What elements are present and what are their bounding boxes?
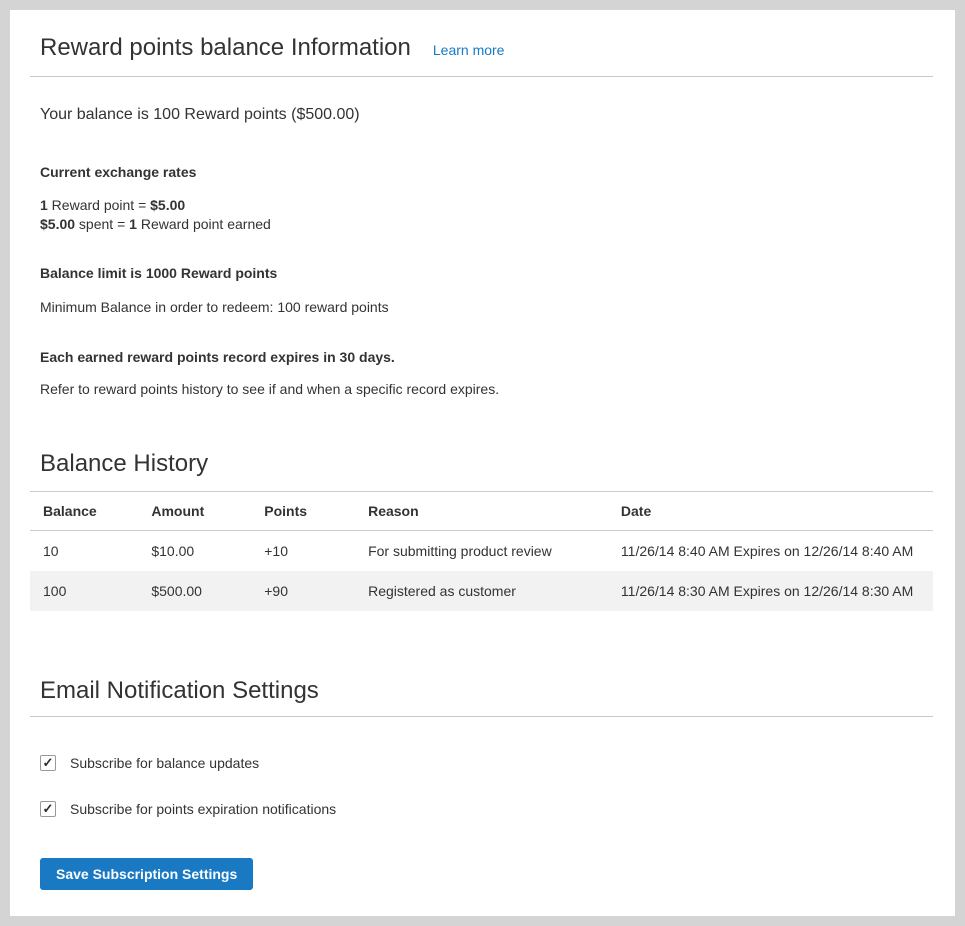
cell-date: 11/26/14 8:40 AM Expires on 12/26/14 8:4… — [608, 531, 933, 572]
reward-points-panel: Reward points balance Information Learn … — [10, 10, 955, 916]
rate-amount-value: $5.00 — [150, 197, 185, 213]
minimum-balance-note: Minimum Balance in order to redeem: 100 … — [40, 298, 933, 316]
earned-tail-text: Reward point earned — [137, 216, 271, 232]
cell-amount: $500.00 — [138, 571, 251, 611]
table-header-row: Balance Amount Points Reason Date — [30, 492, 933, 531]
balance-history-table: Balance Amount Points Reason Date 10 $10… — [30, 491, 933, 611]
points-expiration-checkbox[interactable] — [40, 801, 56, 817]
cell-balance: 100 — [30, 571, 138, 611]
rate-points-value: 1 — [40, 197, 48, 213]
rate-to-currency-line: 1 Reward point = $5.00 — [40, 196, 933, 215]
column-header-balance: Balance — [30, 492, 138, 531]
cell-points: +10 — [251, 531, 355, 572]
balance-summary: Your balance is 100 Reward points ($500.… — [40, 105, 933, 125]
balance-limit-note: Balance limit is 1000 Reward points — [40, 264, 933, 282]
cell-reason: Registered as customer — [355, 571, 608, 611]
exchange-rates: 1 Reward point = $5.00 $5.00 spent = 1 R… — [40, 196, 933, 234]
expiration-note: Each earned reward points record expires… — [40, 348, 933, 366]
cell-date: 11/26/14 8:30 AM Expires on 12/26/14 8:3… — [608, 571, 933, 611]
balance-updates-option: Subscribe for balance updates — [40, 755, 933, 771]
points-expiration-label[interactable]: Subscribe for points expiration notifica… — [70, 801, 336, 817]
cell-points: +90 — [251, 571, 355, 611]
column-header-date: Date — [608, 492, 933, 531]
balance-updates-label[interactable]: Subscribe for balance updates — [70, 755, 259, 771]
column-header-amount: Amount — [138, 492, 251, 531]
cell-amount: $10.00 — [138, 531, 251, 572]
save-subscription-settings-button[interactable]: Save Subscription Settings — [40, 858, 253, 890]
balance-updates-checkbox[interactable] — [40, 755, 56, 771]
cell-reason: For submitting product review — [355, 531, 608, 572]
spent-amount-value: $5.00 — [40, 216, 75, 232]
cell-balance: 10 — [30, 531, 138, 572]
earned-points-value: 1 — [129, 216, 137, 232]
exchange-rates-heading: Current exchange rates — [40, 163, 933, 181]
column-header-points: Points — [251, 492, 355, 531]
rate-to-points-line: $5.00 spent = 1 Reward point earned — [40, 215, 933, 234]
spent-middle-text: spent = — [75, 216, 129, 232]
table-row: 10 $10.00 +10 For submitting product rev… — [30, 531, 933, 572]
points-expiration-option: Subscribe for points expiration notifica… — [40, 801, 933, 817]
page-title: Reward points balance Information — [40, 34, 411, 62]
rate-middle-text: Reward point = — [48, 197, 150, 213]
page-title-row: Reward points balance Information Learn … — [30, 34, 933, 77]
column-header-reason: Reason — [355, 492, 608, 531]
table-row: 100 $500.00 +90 Registered as customer 1… — [30, 571, 933, 611]
email-settings-heading: Email Notification Settings — [40, 677, 933, 705]
learn-more-link[interactable]: Learn more — [433, 42, 505, 58]
expiration-hint: Refer to reward points history to see if… — [40, 380, 933, 398]
email-settings-title-row: Email Notification Settings — [30, 677, 933, 717]
balance-history-heading: Balance History — [40, 450, 933, 478]
